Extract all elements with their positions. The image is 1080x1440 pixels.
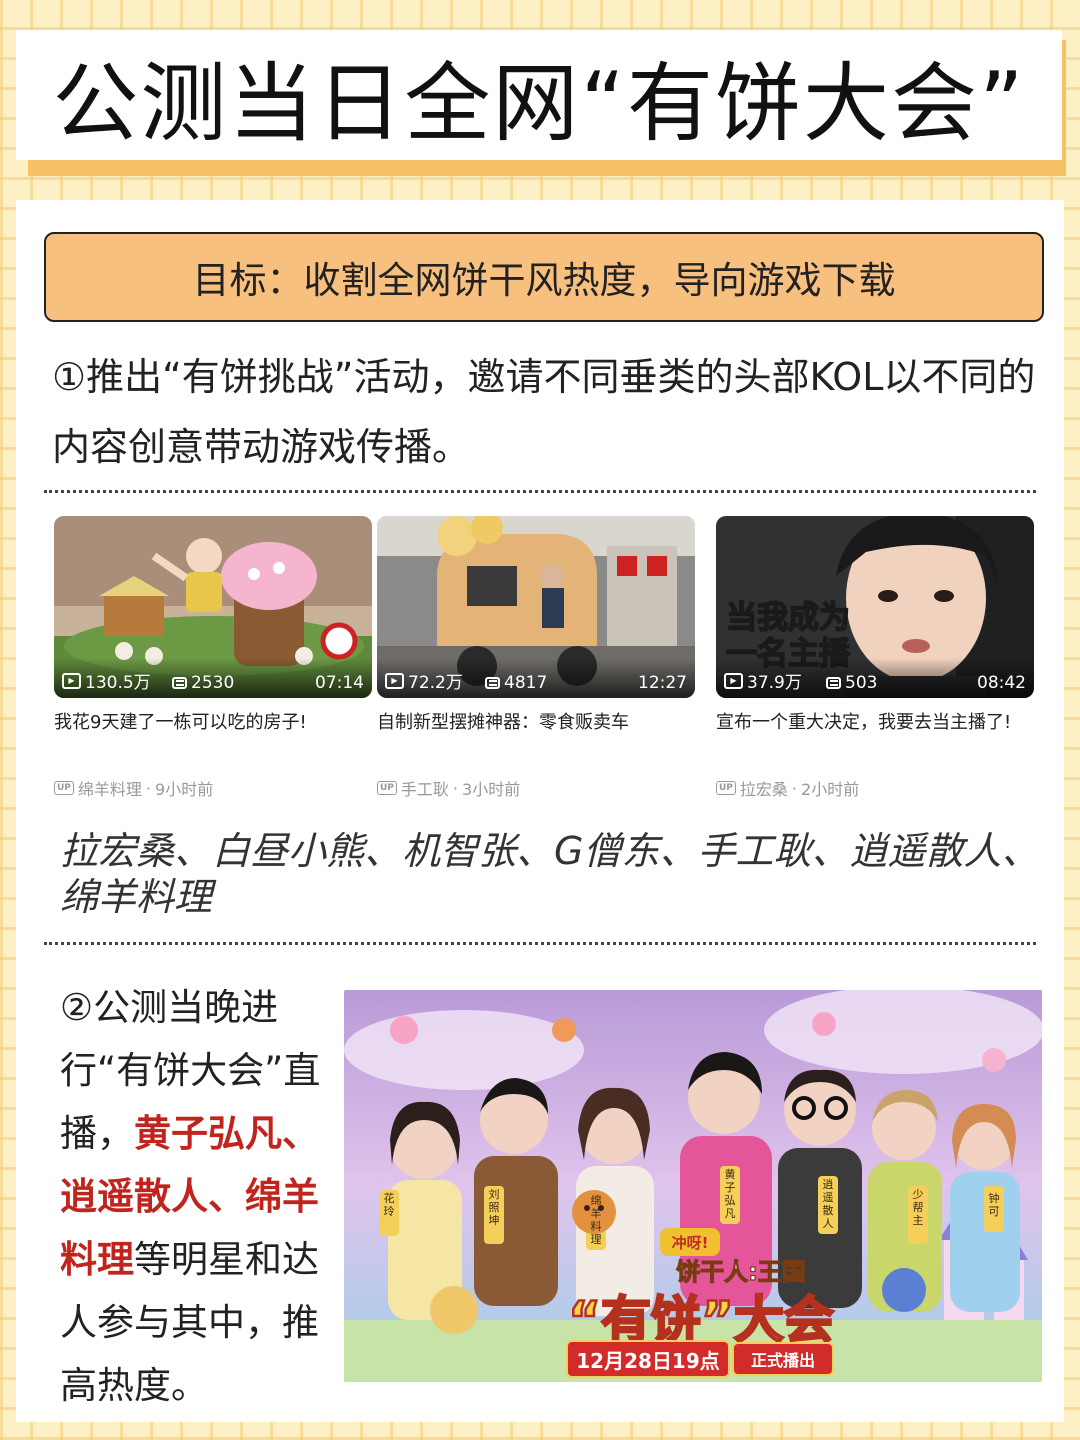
play-count-icon: ▶	[62, 672, 81, 689]
video-time: 2小时前	[801, 780, 860, 799]
danmaku-count: 503	[826, 673, 877, 693]
host-name-tag: 钟可	[988, 1192, 1000, 1218]
video-time: 3小时前	[462, 780, 521, 799]
banner-broadcast: 正式播出	[732, 1342, 834, 1376]
up-badge-icon: UP	[716, 781, 736, 795]
livestream-banner: 冲呀! 饼干人:王国 “有饼”大会 12月28日19点 正式播出 花玲 刘照坤 …	[344, 990, 1042, 1382]
host-name-tag: 花玲	[383, 1192, 395, 1218]
video-time: 9小时前	[155, 780, 214, 799]
video-thumbnail[interactable]: 当我成为一名主播 ▶ 37.9万 503 08:42	[716, 516, 1034, 698]
video-title[interactable]: 自制新型摆摊神器：零食贩卖车	[377, 708, 695, 768]
goal-box: 目标：收割全网饼干风热度，导向游戏下载	[44, 232, 1044, 322]
video-card[interactable]: ▶ 130.5万 2530 07:14 我花9天建了一栋可以吃的房子! UP 绵…	[54, 516, 372, 800]
video-duration: 07:14	[315, 673, 364, 693]
danmaku-icon	[826, 677, 841, 689]
page-title: 公测当日全网“有饼大会”	[52, 53, 1026, 154]
banner-date: 12月28日19点	[566, 1340, 730, 1378]
up-badge-icon: UP	[377, 781, 397, 795]
video-author[interactable]: 绵羊料理	[78, 776, 142, 800]
host-name-tag: 黄子弘凡	[724, 1168, 736, 1220]
view-count: ▶ 72.2万	[385, 668, 463, 693]
video-duration: 08:42	[977, 673, 1026, 693]
host-name-tag: 刘照坤	[488, 1188, 500, 1227]
divider	[44, 942, 1036, 945]
danmaku-count: 4817	[485, 673, 547, 693]
host-name-tag: 绵羊料理	[590, 1194, 602, 1246]
video-card[interactable]: ▶ 72.2万 4817 12:27 自制新型摆摊神器：零食贩卖车 UP 手工耿…	[377, 516, 695, 800]
danmaku-count: 2530	[172, 673, 234, 693]
view-count: ▶ 37.9万	[724, 668, 802, 693]
video-card[interactable]: 当我成为一名主播 ▶ 37.9万 503 08:42 宣布一个重大决定，我要去当…	[716, 516, 1034, 800]
video-title[interactable]: 我花9天建了一栋可以吃的房子!	[54, 708, 372, 768]
video-meta: UP 手工耿 · 3小时前	[377, 776, 695, 800]
divider	[44, 490, 1036, 493]
play-count-icon: ▶	[385, 672, 404, 689]
danmaku-icon	[172, 677, 187, 689]
play-count-icon: ▶	[724, 672, 743, 689]
video-row: ▶ 130.5万 2530 07:14 我花9天建了一栋可以吃的房子! UP 绵…	[54, 516, 1038, 806]
content-card: 目标：收割全网饼干风热度，导向游戏下载 ①推出“有饼挑战”活动，邀请不同垂类的头…	[16, 200, 1064, 1422]
video-duration: 12:27	[638, 673, 687, 693]
up-badge-icon: UP	[54, 781, 74, 795]
video-thumbnail[interactable]: ▶ 72.2万 4817 12:27	[377, 516, 695, 698]
video-author[interactable]: 拉宏桑	[740, 776, 788, 800]
goal-text: 目标：收割全网饼干风热度，导向游戏下载	[192, 259, 896, 302]
video-title[interactable]: 宣布一个重大决定，我要去当主播了!	[716, 708, 1034, 768]
danmaku-icon	[485, 677, 500, 689]
section1-text: ①推出“有饼挑战”活动，邀请不同垂类的头部KOL以不同的内容创意带动游戏传播。	[52, 355, 1036, 469]
title-banner: 公测当日全网“有饼大会”	[16, 30, 1062, 160]
view-count: ▶ 130.5万	[62, 668, 151, 693]
section2-text: ②公测当晚进行“有饼大会”直播，黄子弘凡、逍遥散人、绵羊料理等明星和达人参与其中…	[60, 986, 321, 1407]
video-meta: UP 拉宏桑 · 2小时前	[716, 776, 1034, 800]
video-author[interactable]: 手工耿	[401, 776, 449, 800]
video-thumbnail[interactable]: ▶ 130.5万 2530 07:14	[54, 516, 372, 698]
host-name-tag: 少帮主	[912, 1188, 924, 1227]
host-name-tag: 逍遥散人	[822, 1178, 834, 1230]
kol-list: 拉宏桑、白昼小熊、机智张、G僧东、手工耿、逍遥散人、绵羊料理	[60, 829, 1040, 919]
video-meta: UP 绵羊料理 · 9小时前	[54, 776, 372, 800]
